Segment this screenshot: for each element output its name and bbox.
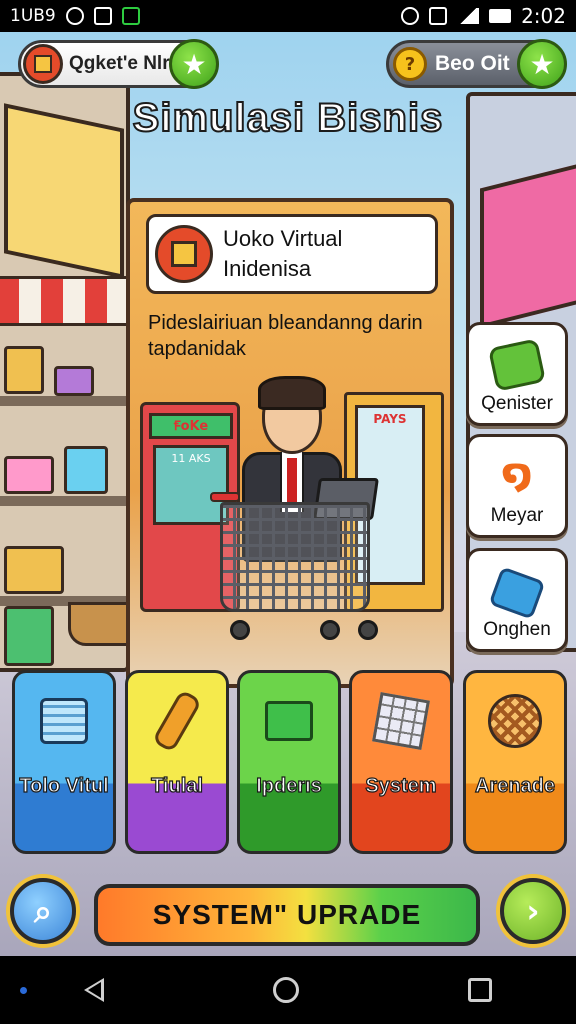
side-button-label: Onghen: [483, 619, 551, 640]
tile-icon-wrap: [145, 689, 209, 753]
profile-label: Qgket'e Nlral: [69, 53, 186, 74]
machine-sign: ꞘoKe: [149, 413, 233, 439]
tile-label: Arenade: [474, 774, 556, 797]
store-header: Uoko Virtual Inidenisa: [146, 214, 438, 294]
ball-icon: [488, 694, 542, 748]
tile-icon-wrap: [369, 689, 433, 753]
store-sign-right: [480, 163, 576, 329]
tile-system[interactable]: System: [349, 670, 453, 854]
tile-label: Tiulal: [150, 774, 203, 797]
tile-label: System: [365, 774, 437, 797]
side-button-label: Qenister: [481, 393, 553, 414]
product-box: [4, 546, 64, 594]
product-box: [4, 606, 54, 666]
product-box: [54, 366, 94, 396]
shop-illustration: ꞘoKe 11 AKS PAYS: [130, 376, 450, 682]
cube-icon: [488, 566, 546, 620]
tube-icon: [151, 689, 203, 753]
tile-arenade[interactable]: Arenade: [463, 670, 567, 854]
navigation-bar: [0, 956, 576, 1024]
tile-icon-wrap: [257, 689, 321, 753]
store-description: Pideslairiuan bleandanng darin tapdanida…: [148, 312, 423, 360]
tile-tolo-vitul[interactable]: Tolo Vitul: [12, 670, 116, 854]
battery-icon: [489, 9, 512, 23]
status-text: 1UB9: [10, 6, 56, 26]
businessman-hair: [258, 376, 326, 410]
alarm-clock-icon: [401, 7, 420, 25]
shelf-board: [0, 396, 134, 406]
tile-label: Tolo Vitul: [19, 774, 109, 797]
system-upgrade-button[interactable]: SYSTEM" UPRADE: [94, 884, 480, 946]
status-bar: 1UB9 2:02: [0, 0, 576, 32]
box-icon: [265, 701, 313, 741]
currency-label: Beo Oit: [435, 52, 510, 75]
signal-icon: [457, 8, 480, 24]
swirl-icon: ໑: [501, 451, 533, 497]
store-name: Uoko Virtual: [223, 226, 343, 251]
image-icon: [93, 7, 112, 25]
product-box: [4, 346, 44, 394]
business-card: Uoko Virtual Inidenisa Pideslairiuan ble…: [126, 198, 454, 688]
next-button[interactable]: ›: [500, 878, 566, 944]
recent-apps-icon[interactable]: [467, 978, 492, 1002]
star-icon: ★: [181, 47, 207, 81]
profile-pill[interactable]: Qgket'e Nlral ★: [18, 39, 219, 89]
nfc-icon: [429, 7, 448, 25]
tile-tiulal[interactable]: Tiulal: [125, 670, 229, 854]
machine-screen-text: 11 AKS: [171, 452, 211, 465]
star-icon: ★: [529, 47, 555, 81]
puzzle-icon: [487, 338, 547, 392]
side-button-onghen[interactable]: Onghen: [466, 548, 568, 652]
currency-pill[interactable]: ? Beo Oit ★: [386, 39, 567, 89]
profile-logo-icon: [23, 44, 63, 84]
store-subtitle: Inidenisa: [223, 256, 312, 281]
product-box: [4, 456, 54, 494]
star-button-right[interactable]: ★: [517, 39, 567, 89]
coin-icon: ?: [393, 47, 427, 81]
shelf-board: [0, 496, 134, 506]
side-button-meyar[interactable]: ໑ Meyar: [466, 434, 568, 538]
shopping-cart: [220, 502, 370, 612]
bottom-bar: ⌕ SYSTEM" UPRADE ›: [0, 872, 576, 956]
tile-label: Ipderıs: [256, 774, 323, 797]
magnifier-icon: ⌕: [34, 891, 52, 930]
side-button-qenister[interactable]: Qenister: [466, 322, 568, 426]
store-shelf-left: [0, 72, 134, 672]
store-logo-icon: [155, 225, 213, 283]
alarm-icon: [65, 7, 84, 25]
cart-wheel: [230, 620, 250, 640]
star-button[interactable]: ★: [169, 39, 219, 89]
search-button[interactable]: ⌕: [10, 878, 76, 944]
indicator-dot: [20, 987, 27, 994]
home-icon[interactable]: [272, 977, 299, 1003]
product-box: [64, 446, 108, 494]
machine-screen: 11 AKS: [153, 445, 229, 525]
businessman-tie: [287, 458, 297, 504]
side-button-label: Meyar: [490, 505, 544, 526]
briefcase-icon: [40, 698, 88, 744]
top-bar: Qgket'e Nlral ★ ? Beo Oit ★: [0, 39, 576, 96]
cube-grid-icon: [372, 692, 430, 750]
battery-saver-icon: [121, 7, 140, 25]
cart-wheel: [358, 620, 378, 640]
tile-icon-wrap: [32, 689, 96, 753]
awning: [0, 276, 134, 326]
clock-time: 2:02: [521, 4, 566, 28]
back-icon[interactable]: [84, 978, 105, 1002]
cart-wheel: [320, 620, 340, 640]
fridge-sign: PAYS: [373, 412, 407, 426]
tile-icon-wrap: [483, 689, 547, 753]
chevron-right-icon: ›: [526, 892, 540, 930]
tile-ipderis[interactable]: Ipderıs: [237, 670, 341, 854]
cart-handle: [210, 492, 240, 502]
page-title: Simulasi Bisnis: [132, 95, 444, 141]
